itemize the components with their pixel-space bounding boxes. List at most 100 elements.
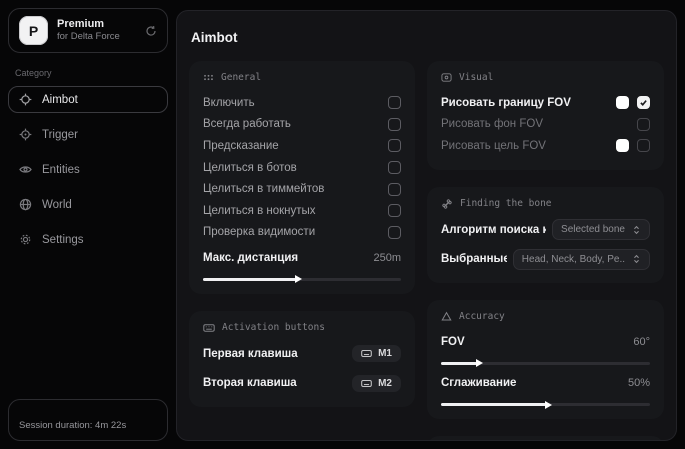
second-key-row: Вторая клавиша M2: [203, 372, 401, 394]
activation-buttons-card: Activation buttons Первая клавиша M1: [189, 311, 415, 407]
draw-fov-border-row: Рисовать границу FOV: [441, 92, 650, 114]
trigger-icon: [19, 128, 32, 141]
row-label: Целиться в ботов: [203, 162, 297, 174]
row-label: Предсказание: [203, 140, 279, 152]
smoothing-row: Сглаживание 50%: [441, 373, 650, 395]
sidebar-item-label: Entities: [42, 164, 80, 176]
brand-text: Premium for Delta Force: [57, 18, 120, 44]
sidebar: P Premium for Delta Force Category Aimbo…: [0, 0, 176, 449]
max-distance-slider[interactable]: [203, 278, 401, 281]
section-title: Accuracy: [459, 311, 505, 322]
toggle-row-prediction: Предсказание: [203, 135, 401, 157]
select-value: Selected bone: [561, 224, 625, 235]
row-label: Целиться в нокнутых: [203, 205, 316, 217]
max-distance-row: Макс. дистанция 250m: [203, 247, 401, 269]
checkbox[interactable]: [637, 139, 650, 152]
row-label: Сглаживание: [441, 377, 516, 389]
chevron-up-down-icon: [632, 225, 641, 235]
grid-dots-icon: [203, 72, 214, 83]
row-label: Рисовать фон FOV: [441, 118, 543, 130]
smoothing-slider[interactable]: [441, 403, 650, 406]
bone-icon: [441, 198, 453, 210]
entities-icon: [19, 163, 32, 176]
toggle-row-target-knocked: Целиться в нокнутых: [203, 200, 401, 222]
general-header: General: [203, 72, 401, 83]
select-value: Head, Neck, Body, Pe..: [522, 254, 625, 265]
sidebar-item-label: World: [42, 199, 72, 211]
row-label: Рисовать цель FOV: [441, 140, 546, 152]
session-duration-text: Session duration: 4m 22s: [19, 420, 126, 431]
section-title: Finding the bone: [460, 198, 552, 209]
general-card: General Включить Всегда работать Предска…: [189, 61, 415, 294]
checkbox[interactable]: [388, 96, 401, 109]
slider-thumb[interactable]: [476, 359, 483, 367]
checkbox[interactable]: [388, 161, 401, 174]
brand-title: Premium: [57, 18, 120, 32]
gear-icon: [19, 233, 32, 246]
globe-icon: [19, 198, 32, 211]
row-label: Алгоритм поиска костей: [441, 224, 546, 236]
slider-fill: [441, 403, 546, 406]
main-panel: Aimbot General Включить: [176, 10, 677, 441]
toggle-row-always-work: Всегда работать: [203, 114, 401, 136]
bone-algorithm-select[interactable]: Selected bone: [552, 219, 650, 240]
sidebar-item-label: Settings: [42, 234, 84, 246]
first-keybind-button[interactable]: M1: [352, 345, 401, 362]
sidebar-item-settings[interactable]: Settings: [8, 226, 168, 253]
second-keybind-button[interactable]: M2: [352, 375, 401, 392]
category-label: Category: [15, 68, 161, 78]
checkbox[interactable]: [388, 226, 401, 239]
row-label: Вторая клавиша: [203, 377, 297, 389]
row-label: Целиться в тиммейтов: [203, 183, 324, 195]
toggle-row-target-bots: Целиться в ботов: [203, 157, 401, 179]
chevron-up-down-icon: [632, 254, 641, 264]
checkbox[interactable]: [637, 118, 650, 131]
crosshair-icon: [19, 93, 32, 106]
finding-bone-header: Finding the bone: [441, 198, 650, 210]
checkbox[interactable]: [388, 139, 401, 152]
slider-thumb[interactable]: [295, 275, 302, 283]
sidebar-item-entities[interactable]: Entities: [8, 156, 168, 183]
row-label: Включить: [203, 97, 255, 109]
accuracy-header: Accuracy: [441, 311, 650, 322]
slider-value: 250m: [373, 252, 401, 264]
selected-bones-select[interactable]: Head, Neck, Body, Pe..: [513, 249, 650, 270]
row-label: Макс. дистанция: [203, 252, 298, 264]
toggle-row-enable: Включить: [203, 92, 401, 114]
draw-fov-target-row: Рисовать цель FOV: [441, 135, 650, 157]
sidebar-item-label: Trigger: [42, 129, 78, 141]
fov-slider[interactable]: [441, 362, 650, 365]
checkbox[interactable]: [388, 204, 401, 217]
keybind-value: M1: [378, 348, 392, 359]
checkbox[interactable]: [388, 183, 401, 196]
selected-bones-row: Выбранные кости Head, Neck, Body, Pe..: [441, 248, 650, 270]
finding-bone-card: Finding the bone Алгоритм поиска костей …: [427, 187, 664, 283]
section-title: Activation buttons: [222, 322, 325, 333]
premium-card: P Premium for Delta Force: [8, 8, 168, 53]
keybind-value: M2: [378, 378, 392, 389]
left-column: General Включить Всегда работать Предска…: [189, 61, 415, 441]
fov-row: FOV 60°: [441, 331, 650, 353]
sidebar-item-world[interactable]: World: [8, 191, 168, 218]
section-title: General: [221, 72, 261, 83]
sidebar-item-aimbot[interactable]: Aimbot: [8, 86, 168, 113]
toggle-row-target-teammates: Целиться в тиммейтов: [203, 178, 401, 200]
color-swatch[interactable]: [616, 96, 629, 109]
slider-value: 60°: [633, 336, 650, 348]
triangle-icon: [441, 311, 452, 322]
checkbox-checked[interactable]: [637, 96, 650, 109]
slider-thumb[interactable]: [545, 401, 552, 409]
color-swatch[interactable]: [616, 139, 629, 152]
keyboard-icon: [361, 348, 372, 359]
right-column: Visual Рисовать границу FOV Рисовать фон…: [427, 61, 664, 441]
eye-frame-icon: [441, 72, 452, 83]
row-label: Выбранные кости: [441, 253, 507, 265]
refresh-icon[interactable]: [145, 25, 157, 37]
first-key-row: Первая клавиша M1: [203, 343, 401, 365]
section-title: Visual: [459, 72, 493, 83]
accuracy-card: Accuracy FOV 60° Сглаживание 50%: [427, 300, 664, 419]
draw-fov-background-row: Рисовать фон FOV: [441, 114, 650, 136]
checkbox[interactable]: [388, 118, 401, 131]
sidebar-item-trigger[interactable]: Trigger: [8, 121, 168, 148]
slider-fill: [203, 278, 296, 281]
